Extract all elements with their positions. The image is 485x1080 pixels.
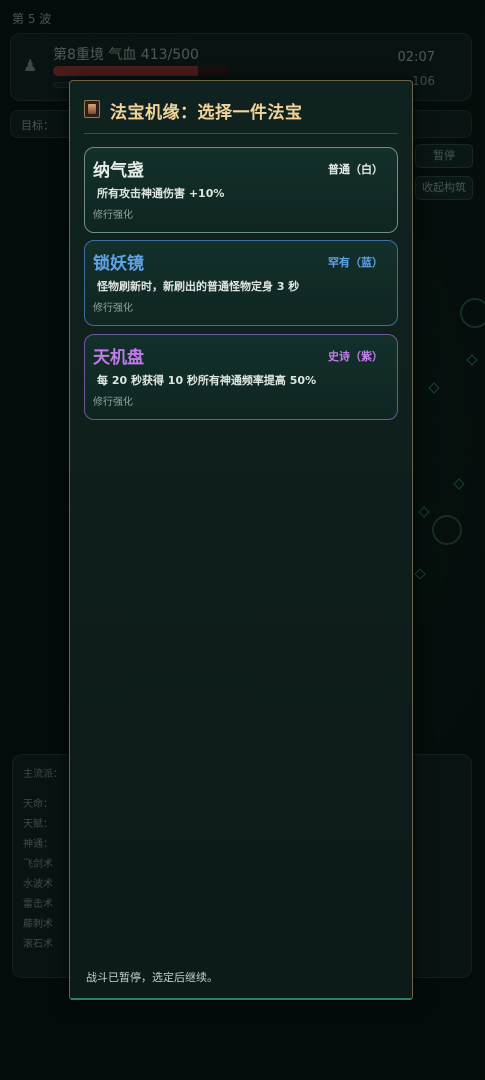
artifact-card-rare[interactable]: 锁妖镜 罕有（蓝） 怪物刷新时，新刷出的普通怪物定身 3 秒 修行强化 (84, 240, 398, 326)
artifact-description: 每 20 秒获得 10 秒所有神通频率提高 50% (97, 374, 317, 387)
artifact-tag: 修行强化 (93, 303, 133, 314)
rarity-badge: 普通（白） (328, 163, 383, 176)
rarity-badge: 罕有（蓝） (328, 256, 383, 269)
artifact-tag: 修行强化 (93, 210, 133, 221)
modal-accent-line (70, 998, 412, 1000)
modal-header: 法宝机缘：选择一件法宝 (84, 98, 398, 123)
divider (84, 133, 398, 134)
rarity-badge: 史诗（紫） (328, 350, 383, 363)
artifact-name: 天机盘 (93, 348, 144, 368)
pause-notice: 战斗已暂停，选定后继续。 (86, 971, 218, 984)
artifact-name: 锁妖镜 (93, 254, 144, 274)
artifact-description: 所有攻击神通伤害 +10% (97, 187, 225, 200)
modal-title: 法宝机缘：选择一件法宝 (110, 103, 303, 123)
artifact-card-epic[interactable]: 天机盘 史诗（紫） 每 20 秒获得 10 秒所有神通频率提高 50% 修行强化 (84, 334, 398, 420)
artifact-card-common[interactable]: 纳气盏 普通（白） 所有攻击神通伤害 +10% 修行强化 (84, 147, 398, 233)
artifact-scroll-icon (84, 100, 100, 118)
artifact-name: 纳气盏 (93, 161, 144, 181)
artifact-choice-modal: 法宝机缘：选择一件法宝 纳气盏 普通（白） 所有攻击神通伤害 +10% 修行强化… (69, 80, 413, 1000)
artifact-description: 怪物刷新时，新刷出的普通怪物定身 3 秒 (97, 280, 300, 293)
artifact-tag: 修行强化 (93, 397, 133, 408)
